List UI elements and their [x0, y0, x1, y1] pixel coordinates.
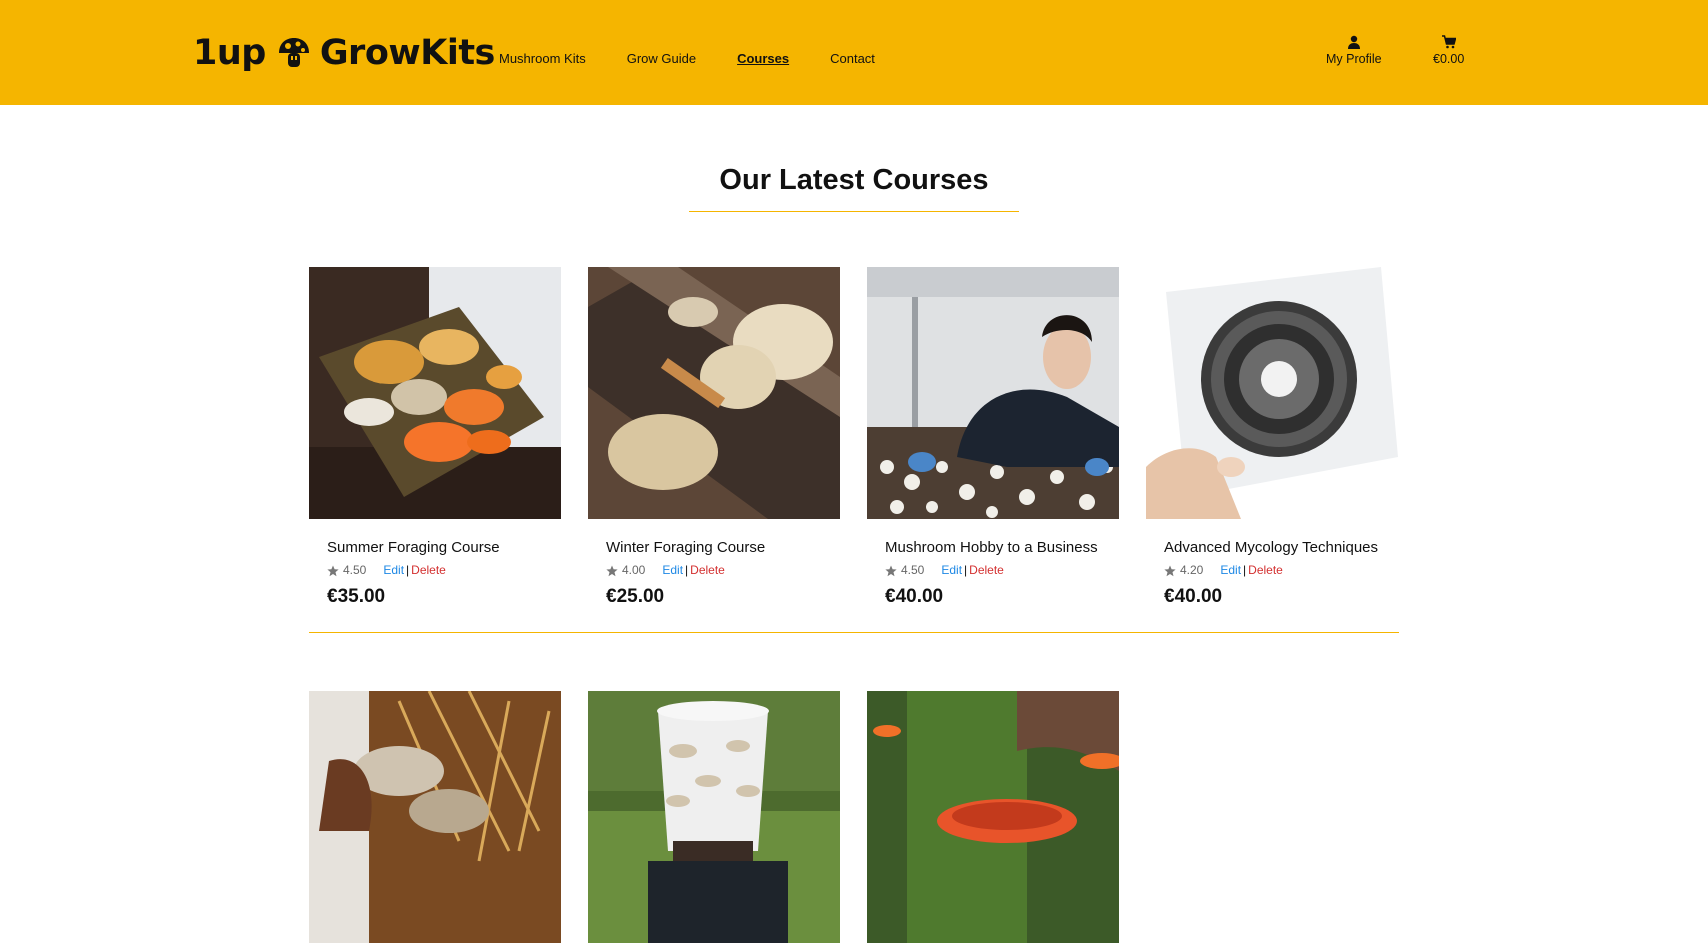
course-image[interactable]: [1146, 267, 1398, 519]
logo-text-right: GrowKits: [319, 32, 496, 73]
star-icon: [327, 565, 339, 576]
mushroom-logo-icon: [278, 38, 309, 67]
link-separator: |: [685, 563, 689, 577]
course-name[interactable]: Winter Foraging Course: [606, 539, 840, 557]
nav-contact[interactable]: Contact: [830, 50, 875, 68]
link-separator: |: [406, 563, 410, 577]
delete-link[interactable]: Delete: [690, 563, 725, 578]
course-image[interactable]: [588, 691, 840, 943]
my-profile-button[interactable]: My Profile: [1326, 35, 1382, 66]
bucket-grow-image: [588, 691, 840, 943]
nav-grow-guide[interactable]: Grow Guide: [627, 50, 696, 68]
oyster-straw-image: [309, 691, 561, 943]
course-rating: 4.50: [901, 563, 925, 577]
link-separator: |: [964, 563, 968, 577]
shopping-cart-icon: [1441, 35, 1456, 49]
oyster-mushrooms-log-image: [588, 267, 840, 519]
logo-text-left: 1up: [193, 32, 266, 73]
reishi-tree-image: [867, 691, 1119, 943]
course-price: €40.00: [885, 586, 944, 607]
course-image[interactable]: [588, 267, 840, 519]
row-divider: [309, 632, 1399, 633]
course-price: €40.00: [1164, 586, 1223, 607]
course-price: €25.00: [606, 586, 665, 607]
link-separator: |: [1243, 563, 1247, 577]
course-card-hobby-to-business[interactable]: Mushroom Hobby to a Business 4.50 Edit |…: [867, 267, 1119, 609]
course-price: €35.00: [327, 586, 386, 607]
course-image[interactable]: [309, 691, 561, 943]
delete-link[interactable]: Delete: [411, 563, 446, 578]
course-card-summer-foraging[interactable]: Summer Foraging Course 4.50 Edit | Delet…: [309, 267, 561, 609]
nav-mushroom-kits[interactable]: Mushroom Kits: [499, 50, 586, 68]
title-divider: [689, 211, 1019, 212]
star-icon: [1164, 565, 1176, 576]
site-logo[interactable]: 1up GrowKits: [193, 30, 495, 76]
cart-button[interactable]: €0.00: [1433, 35, 1464, 66]
course-rating: 4.20: [1180, 563, 1204, 577]
course-meta: 4.00 Edit | Delete: [606, 563, 840, 578]
course-meta: 4.50 Edit | Delete: [885, 563, 1119, 578]
edit-link[interactable]: Edit: [662, 563, 683, 578]
edit-link[interactable]: Edit: [941, 563, 962, 578]
edit-link[interactable]: Edit: [383, 563, 404, 578]
course-meta: 4.20 Edit | Delete: [1164, 563, 1398, 578]
my-profile-label: My Profile: [1326, 52, 1382, 66]
course-card-winter-foraging[interactable]: Winter Foraging Course 4.00 Edit | Delet…: [588, 267, 840, 609]
course-rating: 4.00: [622, 563, 646, 577]
course-image[interactable]: [309, 267, 561, 519]
course-name[interactable]: Mushroom Hobby to a Business: [885, 539, 1119, 557]
cart-total: €0.00: [1433, 52, 1465, 66]
course-card-row2-2[interactable]: [588, 691, 840, 943]
user-icon: [1347, 35, 1360, 49]
site-header: 1up GrowKits Mushroom Kits Grow Guide Co…: [0, 0, 1708, 105]
star-icon: [606, 565, 618, 576]
foraging-basket-image: [309, 267, 561, 519]
course-name[interactable]: Summer Foraging Course: [327, 539, 561, 557]
edit-link[interactable]: Edit: [1220, 563, 1241, 578]
star-icon: [885, 565, 897, 576]
delete-link[interactable]: Delete: [1248, 563, 1283, 578]
course-image[interactable]: [867, 691, 1119, 943]
delete-link[interactable]: Delete: [969, 563, 1004, 578]
course-card-row2-3[interactable]: [867, 691, 1119, 943]
course-rating: 4.50: [343, 563, 367, 577]
course-meta: 4.50 Edit | Delete: [327, 563, 561, 578]
course-name[interactable]: Advanced Mycology Techniques: [1164, 539, 1398, 557]
nav-courses[interactable]: Courses: [737, 50, 789, 68]
course-card-advanced-mycology[interactable]: Advanced Mycology Techniques 4.20 Edit |…: [1146, 267, 1398, 609]
spore-print-image: [1146, 267, 1398, 519]
page-title: Our Latest Courses: [719, 164, 989, 196]
main-nav: Mushroom Kits Grow Guide Courses Contact: [499, 50, 916, 68]
mushroom-farm-image: [867, 267, 1119, 519]
course-image[interactable]: [867, 267, 1119, 519]
course-card-row2-1[interactable]: [309, 691, 561, 943]
